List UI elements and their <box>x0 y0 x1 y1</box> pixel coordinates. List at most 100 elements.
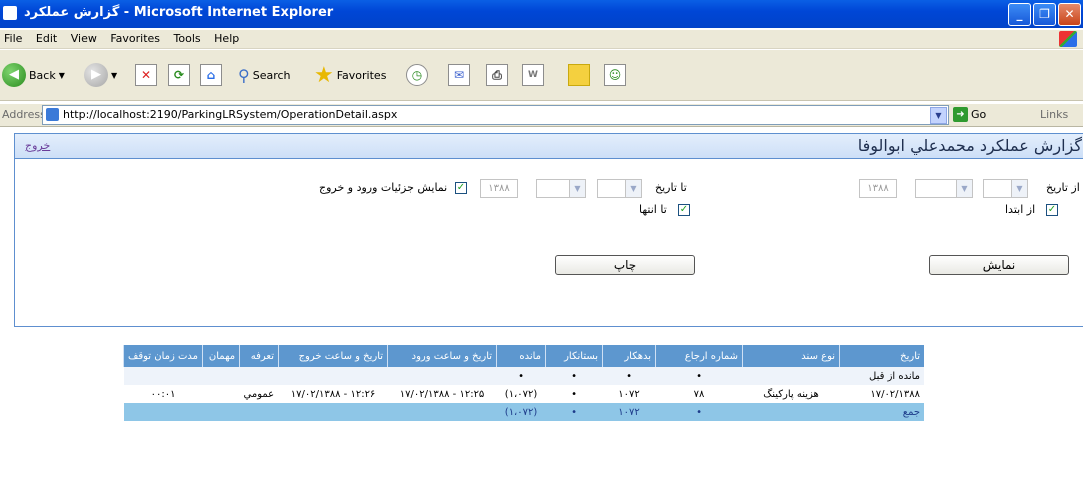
address-dropdown-icon[interactable]: ▼ <box>930 107 947 124</box>
refresh-icon[interactable]: ⟳ <box>168 64 190 86</box>
table-cell: • <box>655 367 743 385</box>
menu-help[interactable]: Help <box>214 30 239 48</box>
table-cell: مانده از قبل <box>839 367 925 385</box>
page-content: خروج گزارش عملكرد محمدعلي ابوالوفا از تا… <box>0 127 1083 503</box>
mail-icon[interactable]: ✉ <box>448 64 470 86</box>
print-button[interactable]: چاپ <box>555 255 695 275</box>
from-month-dropdown-icon: ▼ <box>956 180 972 197</box>
to-day-select[interactable]: ▼ <box>597 179 642 198</box>
home-icon[interactable]: ⌂ <box>200 64 222 86</box>
table-cell: • <box>602 367 656 385</box>
table-cell <box>742 367 840 385</box>
show-button[interactable]: نمايش <box>929 255 1069 275</box>
table-row: ۱۷/۰۲/۱۳۸۸ هزينه پاركينگ ۷۸ ۱۰۷۲ • (۱،۰۷… <box>123 385 925 403</box>
favorites-label: Favorites <box>336 68 387 82</box>
menu-view[interactable]: View <box>71 30 97 48</box>
back-arrow-icon: ◀ <box>2 63 26 87</box>
menu-favorites[interactable]: Favorites <box>110 30 160 48</box>
menu-tools[interactable]: Tools <box>174 30 201 48</box>
table-cell: ۱۷/۰۲/۱۳۸۸ <box>839 385 925 403</box>
table-cell: ۱۰۷۲ <box>602 403 656 421</box>
table-cell <box>123 367 203 385</box>
show-details-label: نمايش جزئيات ورود و خروج <box>319 181 448 194</box>
table-cell <box>239 403 279 421</box>
table-cell: جمع <box>839 403 925 421</box>
page-icon <box>46 108 59 121</box>
table-header-row: تاريخ نوع سند شماره ارجاع بدهكار بستانكا… <box>122 345 925 367</box>
to-year-input[interactable]: ۱۳۸۸ <box>480 179 518 198</box>
print-icon[interactable]: ⎙ <box>486 64 508 86</box>
maximize-button[interactable]: ❐ <box>1033 3 1056 26</box>
stop-icon[interactable]: ✕ <box>135 64 157 86</box>
table-cell: • <box>545 403 603 421</box>
menu-file[interactable]: File <box>4 30 22 48</box>
ie-window-icon <box>3 6 17 20</box>
links-button[interactable]: Links <box>1040 108 1068 121</box>
table-cell <box>202 403 240 421</box>
col-guest-header: مهمان <box>202 345 240 367</box>
table-cell: • <box>545 385 603 403</box>
favorites-button[interactable]: ★ Favorites <box>314 62 386 88</box>
star-icon: ★ <box>314 62 334 88</box>
browser-toolbar: ◀ Back ▼ ▶ ▼ ✕ ⟳ ⌂ ⚲ Search ★ Favorites ◷ … <box>0 50 1083 101</box>
report-panel: خروج گزارش عملكرد محمدعلي ابوالوفا از تا… <box>14 133 1083 327</box>
table-cell <box>278 403 388 421</box>
table-cell: ۰۰:۰۱ <box>123 385 203 403</box>
col-credit-header: بستانكار <box>545 345 603 367</box>
table-cell <box>202 367 240 385</box>
search-icon: ⚲ <box>238 65 250 85</box>
forward-arrow-icon: ▶ <box>84 63 108 87</box>
table-row: مانده از قبل • • • • <box>123 367 925 385</box>
col-entry-time-header: تاريخ و ساعت ورود <box>387 345 497 367</box>
address-input[interactable]: http://localhost:2190/ParkingLRSystem/Op… <box>42 105 949 125</box>
forward-button[interactable]: ▶ ▼ <box>84 62 117 88</box>
table-cell: ۱۰۷۲ <box>602 385 656 403</box>
table-cell <box>202 385 240 403</box>
from-beginning-label: از ابتدا <box>1005 203 1036 216</box>
edit-icon[interactable]: W <box>522 64 544 86</box>
window-title-bar: گزارش عملكرد - Microsoft Internet Explor… <box>0 0 1083 28</box>
table-cell <box>278 367 388 385</box>
col-exit-time-header: تاريخ و ساعت خروج <box>278 345 388 367</box>
table-total-row: جمع • ۱۰۷۲ • (۱،۰۷۲) <box>123 403 925 421</box>
table-cell: (۱،۰۷۲) <box>496 385 546 403</box>
table-cell: • <box>655 403 743 421</box>
from-beginning-checkbox[interactable]: ✓ <box>1046 204 1058 216</box>
table-cell: • <box>496 367 546 385</box>
windows-logo-icon <box>1059 31 1077 47</box>
to-end-checkbox[interactable]: ✓ <box>678 204 690 216</box>
forward-dropdown-icon[interactable]: ▼ <box>111 71 117 80</box>
col-doc-type-header: نوع سند <box>742 345 840 367</box>
table-cell <box>239 367 279 385</box>
menu-edit[interactable]: Edit <box>36 30 57 48</box>
history-icon[interactable]: ◷ <box>406 64 428 86</box>
from-month-select[interactable]: ▼ <box>915 179 973 198</box>
to-month-select[interactable]: ▼ <box>536 179 586 198</box>
col-debit-header: بدهكار <box>602 345 656 367</box>
report-header: خروج گزارش عملكرد محمدعلي ابوالوفا <box>15 134 1083 159</box>
close-button[interactable]: ✕ <box>1058 3 1081 26</box>
from-day-select[interactable]: ▼ <box>983 179 1028 198</box>
back-button[interactable]: ◀ Back ▼ <box>2 62 65 88</box>
go-button[interactable]: ➜ Go <box>953 107 986 122</box>
from-year-input[interactable]: ۱۳۸۸ <box>859 179 897 198</box>
table-cell <box>123 403 203 421</box>
page-title: گزارش عملكرد محمدعلي ابوالوفا <box>857 136 1082 155</box>
menu-bar: File Edit View Favorites Tools Help <box>0 30 1083 49</box>
table-cell: • <box>545 367 603 385</box>
table-cell: ۷۸ <box>655 385 743 403</box>
minimize-button[interactable]: _ <box>1008 3 1031 26</box>
go-arrow-icon: ➜ <box>953 107 968 122</box>
messenger-icon[interactable]: ☺ <box>604 64 626 86</box>
col-tariff-header: تعرفه <box>239 345 279 367</box>
search-button[interactable]: ⚲ Search <box>238 62 291 88</box>
table-cell: هزينه پاركينگ <box>742 385 840 403</box>
table-cell: ۱۲:۲۵ - ۱۷/۰۲/۱۳۸۸ <box>387 385 497 403</box>
operations-table: تاريخ نوع سند شماره ارجاع بدهكار بستانكا… <box>122 345 925 421</box>
back-dropdown-icon[interactable]: ▼ <box>59 71 65 80</box>
discuss-icon[interactable] <box>568 64 590 86</box>
table-cell <box>387 367 497 385</box>
show-details-checkbox[interactable]: ✓ <box>455 182 467 194</box>
exit-link[interactable]: خروج <box>25 139 50 152</box>
table-cell: عمومي <box>239 385 279 403</box>
